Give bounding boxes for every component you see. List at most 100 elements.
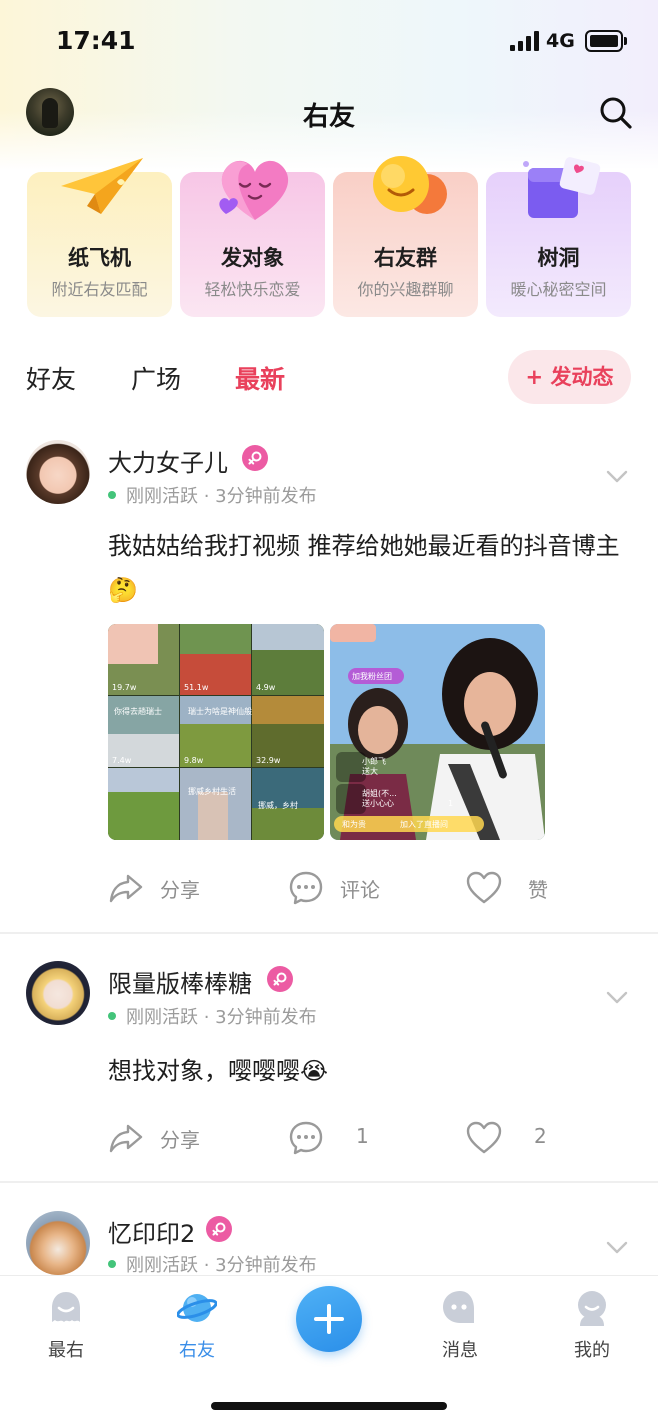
- post-card: 大力女子儿 刚刚活跃 · 3分钟前发布 我姑姑给我打视频 推荐给她她最近看的抖音…: [0, 440, 658, 930]
- smile-chat-icon: [373, 156, 447, 214]
- tab-friends[interactable]: 好友: [26, 360, 76, 396]
- new-post-button[interactable]: + 发动态: [508, 350, 631, 404]
- female-gender-icon: [242, 445, 268, 471]
- comment-button[interactable]: 评论: [288, 868, 408, 908]
- profile-icon: [578, 1291, 606, 1326]
- grid-caption: 瑞士为啥是神仙般: [188, 706, 252, 716]
- live-caption: 送小心心: [362, 798, 394, 808]
- share-icon: [109, 1124, 143, 1153]
- comment-icon: [289, 1121, 323, 1155]
- heart-face-icon: [219, 160, 289, 220]
- like-button[interactable]: 赞: [466, 868, 586, 908]
- share-icon: [109, 874, 143, 903]
- share-button[interactable]: 分享: [108, 868, 228, 908]
- active-status: 刚刚活跃: [126, 1007, 198, 1028]
- female-gender-icon: [267, 966, 293, 992]
- feed-tabs: 好友 广场 最新 + 发动态: [0, 350, 658, 406]
- tab-latest[interactable]: 最新: [235, 360, 285, 396]
- comment-label: 评论: [340, 878, 380, 902]
- avatar[interactable]: [26, 440, 90, 504]
- comment-button[interactable]: 1: [288, 1118, 408, 1158]
- card-find-partner[interactable]: 发对象 轻松快乐恋爱: [180, 160, 325, 317]
- share-label: 分享: [160, 878, 200, 902]
- video-grid-thumbnail: 19.7w 51.1w 4.9w 你得去趟瑞士 瑞士为啥是神仙般 7.4w 9.…: [108, 624, 324, 840]
- chevron-down-icon[interactable]: [606, 991, 628, 1005]
- avatar[interactable]: [26, 1211, 90, 1275]
- card-tree-hole[interactable]: 树洞 暖心秘密空间: [486, 157, 631, 317]
- card-groups[interactable]: 右友群 你的兴趣群聊: [333, 156, 478, 317]
- avatar[interactable]: [26, 961, 90, 1025]
- online-dot: [108, 491, 116, 499]
- grid-caption: 51.1w: [184, 683, 209, 692]
- user-name[interactable]: 忆印印2: [108, 1214, 195, 1249]
- status-bar: 17:41 4G: [0, 0, 658, 84]
- live-caption: 加我粉丝团: [352, 671, 392, 681]
- post-actions: 分享 1 2: [0, 1118, 658, 1158]
- share-label: 分享: [160, 1128, 200, 1152]
- post-image[interactable]: 19.7w 51.1w 4.9w 你得去趟瑞士 瑞士为啥是神仙般 7.4w 9.…: [108, 624, 324, 840]
- active-status: 刚刚活跃: [126, 1255, 198, 1275]
- live-stream-thumbnail: 加我粉丝团 小郎飞 送大 胡姐(不... 送小心心 1 和为贵 加入了直播间: [330, 624, 545, 840]
- ghost-icon: [52, 1292, 80, 1322]
- battery-icon: [585, 30, 628, 52]
- user-name[interactable]: 限量版棒棒糖: [108, 964, 252, 999]
- search-icon[interactable]: [598, 95, 634, 131]
- card-subtitle: 附近右友匹配: [51, 280, 148, 299]
- grid-caption: 7.4w: [112, 756, 132, 765]
- divider: [0, 1181, 658, 1183]
- live-caption: 和为贵: [342, 819, 366, 829]
- grid-caption: 32.9w: [256, 756, 281, 765]
- home-indicator: [211, 1402, 447, 1410]
- tab-square[interactable]: 广场: [131, 360, 181, 396]
- card-title: 发对象: [221, 246, 284, 270]
- post-time: 3分钟前发布: [215, 1255, 317, 1275]
- paper-plane-icon: [61, 158, 143, 214]
- post-meta: 刚刚活跃 · 3分钟前发布: [108, 482, 317, 508]
- online-dot: [108, 1012, 116, 1020]
- nav-item-zuiyou[interactable]: 最右: [26, 1288, 106, 1368]
- post-meta: 刚刚活跃 · 3分钟前发布: [108, 1003, 317, 1029]
- heart-icon: [466, 871, 502, 904]
- feature-cards: 纸飞机 附近右友匹配 发对象 轻松快乐恋爱 右友群 你的兴趣群聊 树洞 暖心秘密…: [27, 156, 631, 317]
- chevron-down-icon[interactable]: [606, 470, 628, 484]
- live-caption: 小郎飞: [362, 756, 386, 766]
- post-text: 我姑姑给我打视频 推荐给她她最近看的抖音博主 🤔: [108, 532, 620, 604]
- app-screen: 17:41 4G 右友 纸飞机 附近右友匹配 发对象 轻松快乐恋爱 右友群 你的…: [0, 0, 658, 1424]
- post-time: 3分钟前发布: [215, 486, 317, 507]
- nav-item-me[interactable]: 我的: [552, 1288, 632, 1368]
- female-gender-icon: [206, 1216, 232, 1242]
- card-paper-plane[interactable]: 纸飞机 附近右友匹配: [27, 158, 172, 317]
- grid-caption: 挪威乡村生活: [188, 786, 236, 796]
- plus-icon[interactable]: [296, 1286, 362, 1352]
- grid-caption: 你得去趟瑞士: [114, 706, 162, 716]
- share-button[interactable]: 分享: [108, 1118, 228, 1158]
- meta-separator: ·: [198, 1255, 216, 1275]
- grid-caption: 4.9w: [256, 683, 276, 692]
- post-actions: 分享 评论 赞: [0, 868, 658, 908]
- live-caption: 加入了直播间: [400, 819, 448, 829]
- user-name[interactable]: 大力女子儿: [108, 443, 228, 478]
- card-title: 右友群: [374, 246, 437, 270]
- nav-label: 最右: [48, 1340, 84, 1361]
- post-image[interactable]: 加我粉丝团 小郎飞 送大 胡姐(不... 送小心心 1 和为贵 加入了直播间: [330, 624, 545, 840]
- heart-icon: [466, 1121, 502, 1154]
- post-text: 想找对象，嘤嘤嘤😭: [108, 1057, 329, 1085]
- post-card: 忆印印2 刚刚活跃 · 3分钟前发布: [0, 1211, 658, 1275]
- like-count: 2: [534, 1124, 547, 1148]
- nav-item-youyou[interactable]: 右友: [157, 1288, 237, 1368]
- card-title: 纸飞机: [68, 246, 131, 270]
- grid-caption: 19.7w: [112, 683, 137, 692]
- live-caption: 胡姐(不...: [362, 788, 397, 798]
- like-label: 赞: [528, 878, 548, 902]
- nav-item-messages[interactable]: 消息: [420, 1288, 500, 1368]
- meta-separator: ·: [198, 486, 216, 507]
- online-dot: [108, 1260, 116, 1268]
- grid-caption: 挪威，乡村: [258, 800, 298, 810]
- nav-label: 右友: [179, 1340, 215, 1361]
- live-caption: 1: [448, 799, 453, 808]
- chevron-down-icon[interactable]: [606, 1241, 628, 1255]
- like-button[interactable]: 2: [466, 1118, 586, 1158]
- planet-icon: [177, 1294, 217, 1322]
- comment-count: 1: [356, 1124, 369, 1148]
- post-meta: 刚刚活跃 · 3分钟前发布: [108, 1251, 317, 1275]
